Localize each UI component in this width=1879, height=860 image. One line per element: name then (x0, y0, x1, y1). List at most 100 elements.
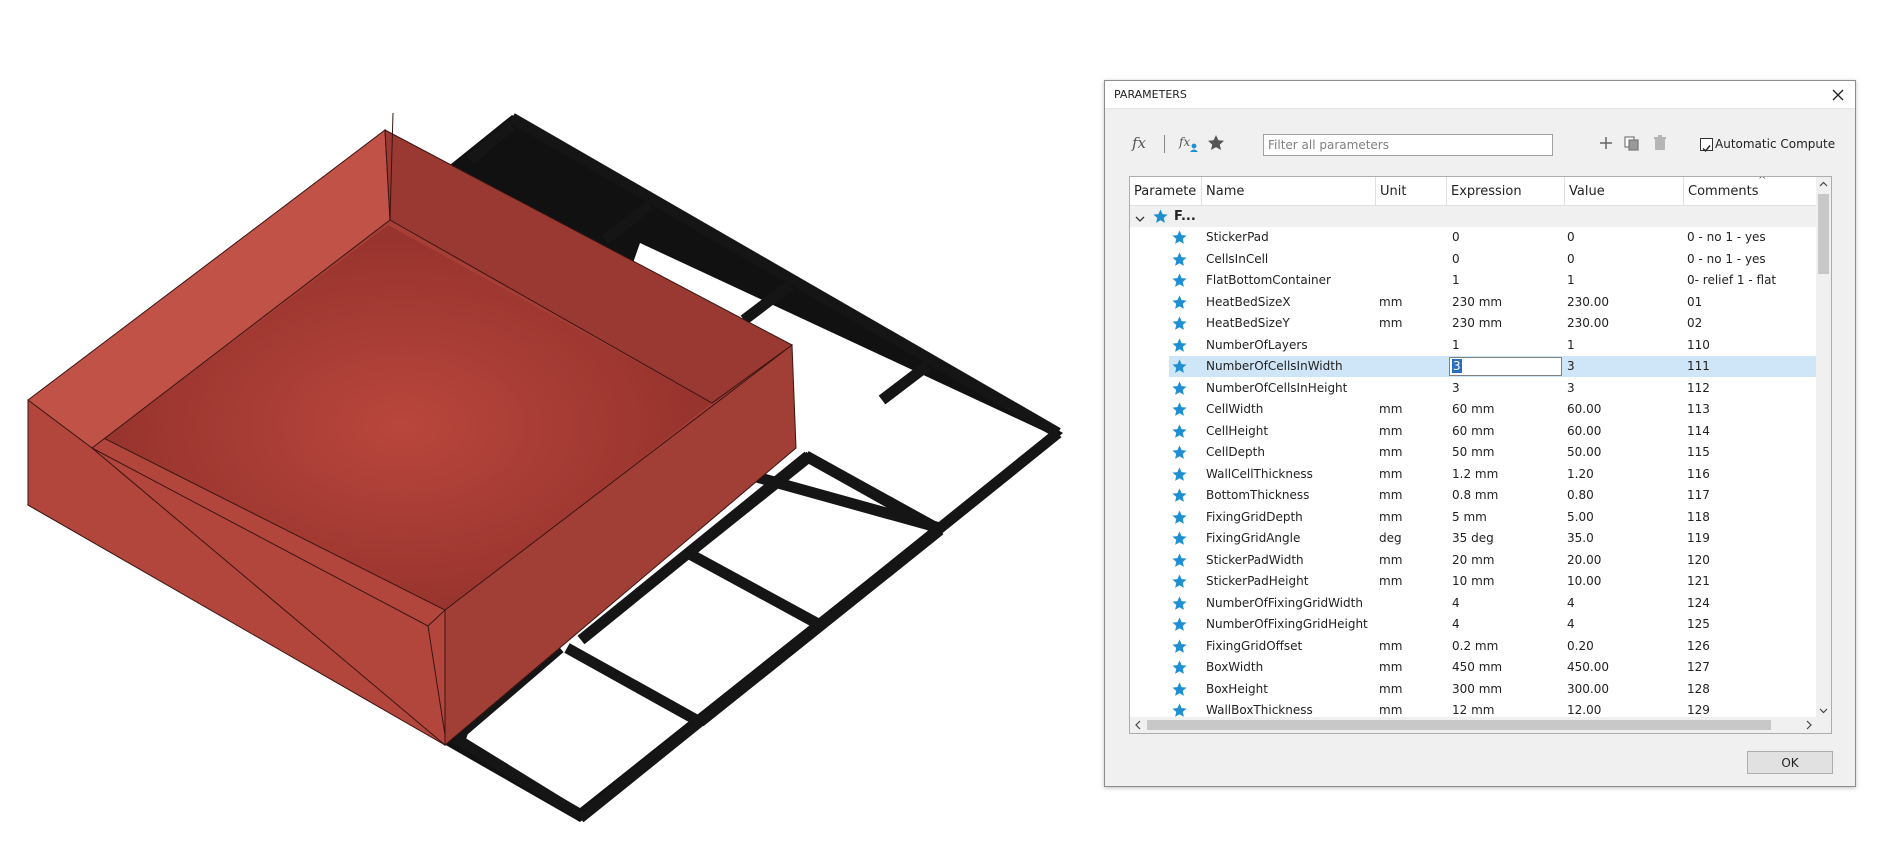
copy-icon[interactable] (1620, 131, 1644, 155)
table-row[interactable]: StickerPadWidth mm 20 mm 20.00 120 (1130, 550, 1817, 571)
scroll-right-icon[interactable] (1801, 717, 1817, 733)
cell-expression[interactable]: 3 (1452, 378, 1564, 399)
column-header-parameter[interactable]: Paramete (1130, 177, 1202, 206)
cell-expression[interactable]: 4 (1452, 593, 1564, 614)
cell-expression[interactable]: 0.2 mm (1452, 636, 1564, 657)
user-parameter-function-icon[interactable]: fx (1177, 131, 1201, 155)
star-icon[interactable] (1171, 487, 1188, 504)
cell-comment[interactable]: 117 (1687, 485, 1815, 506)
column-header-name[interactable]: Name (1202, 177, 1376, 206)
star-icon[interactable] (1171, 595, 1188, 612)
cell-expression[interactable]: 450 mm (1452, 657, 1564, 678)
star-icon[interactable] (1171, 444, 1188, 461)
cell-expression[interactable]: 1.2 mm (1452, 464, 1564, 485)
table-row[interactable]: BottomThickness mm 0.8 mm 0.80 117 (1130, 485, 1817, 506)
cell-comment[interactable]: 112 (1687, 378, 1815, 399)
vertical-scrollbar[interactable] (1816, 177, 1831, 718)
star-icon[interactable] (1171, 229, 1188, 246)
checkbox-box[interactable] (1700, 138, 1713, 153)
star-icon[interactable] (1171, 616, 1188, 633)
star-icon[interactable] (1171, 638, 1188, 655)
favorites-group-row[interactable]: F... (1130, 206, 1817, 227)
star-icon[interactable] (1171, 659, 1188, 676)
star-icon[interactable] (1171, 272, 1188, 289)
cell-expression[interactable]: 50 mm (1452, 442, 1564, 463)
chevron-down-icon[interactable] (1134, 210, 1146, 222)
table-row[interactable]: FlatBottomContainer 1 1 0- relief 1 - flat (1130, 270, 1817, 291)
plus-icon[interactable] (1594, 131, 1618, 155)
table-row[interactable]: CellHeight mm 60 mm 60.00 114 (1130, 421, 1817, 442)
cell-expression[interactable]: 60 mm (1452, 421, 1564, 442)
cell-comment[interactable]: 127 (1687, 657, 1815, 678)
table-row[interactable]: NumberOfFixingGridWidth 4 4 124 (1130, 593, 1817, 614)
vertical-scroll-thumb[interactable] (1818, 194, 1829, 274)
cell-comment[interactable]: 120 (1687, 550, 1815, 571)
cell-expression[interactable]: 20 mm (1452, 550, 1564, 571)
cell-comment[interactable]: 121 (1687, 571, 1815, 592)
horizontal-scrollbar[interactable] (1130, 717, 1817, 733)
cell-comment[interactable]: 02 (1687, 313, 1815, 334)
table-row[interactable]: StickerPad 0 0 0 - no 1 - yes (1130, 227, 1817, 248)
star-icon[interactable] (1204, 131, 1228, 155)
star-icon[interactable] (1171, 315, 1188, 332)
star-icon[interactable] (1171, 530, 1188, 547)
table-row[interactable]: StickerPadHeight mm 10 mm 10.00 121 (1130, 571, 1817, 592)
table-row[interactable]: NumberOfCellsInHeight 3 3 112 (1130, 378, 1817, 399)
filter-input[interactable] (1263, 134, 1553, 156)
table-row[interactable]: CellWidth mm 60 mm 60.00 113 (1130, 399, 1817, 420)
cell-comment[interactable]: 111 (1687, 356, 1815, 377)
model-canvas[interactable] (0, 0, 1100, 856)
table-row[interactable]: FixingGridDepth mm 5 mm 5.00 118 (1130, 507, 1817, 528)
cell-expression[interactable]: 5 mm (1452, 507, 1564, 528)
column-header-expression[interactable]: Expression (1447, 177, 1565, 206)
cell-comment[interactable]: 110 (1687, 335, 1815, 356)
cell-comment[interactable]: 0- relief 1 - flat (1687, 270, 1815, 291)
close-icon[interactable] (1825, 83, 1851, 107)
cell-expression[interactable]: 12 mm (1452, 700, 1564, 718)
cell-expression[interactable]: 300 mm (1452, 679, 1564, 700)
table-row[interactable]: WallBoxThickness mm 12 mm 12.00 129 (1130, 700, 1817, 718)
cell-comment[interactable]: 129 (1687, 700, 1815, 718)
cell-expression[interactable]: 230 mm (1452, 292, 1564, 313)
star-icon[interactable] (1171, 681, 1188, 698)
cell-expression[interactable]: 0 (1452, 227, 1564, 248)
scroll-left-icon[interactable] (1130, 717, 1146, 733)
star-icon[interactable] (1171, 466, 1188, 483)
cell-comment[interactable]: 119 (1687, 528, 1815, 549)
cell-expression[interactable]: 0.8 mm (1452, 485, 1564, 506)
cell-expression[interactable]: 1 (1452, 335, 1564, 356)
table-row[interactable]: NumberOfLayers 1 1 110 (1130, 335, 1817, 356)
table-row[interactable]: NumberOfFixingGridHeight 4 4 125 (1130, 614, 1817, 635)
star-icon[interactable] (1171, 509, 1188, 526)
table-row[interactable]: CellsInCell 0 0 0 - no 1 - yes (1130, 249, 1817, 270)
cell-expression[interactable]: 60 mm (1452, 399, 1564, 420)
cell-comment[interactable]: 114 (1687, 421, 1815, 442)
table-row[interactable]: HeatBedSizeX mm 230 mm 230.00 01 (1130, 292, 1817, 313)
star-icon[interactable] (1171, 380, 1188, 397)
cell-expression[interactable]: 1 (1452, 270, 1564, 291)
table-row[interactable]: FixingGridAngle deg 35 deg 35.0 119 (1130, 528, 1817, 549)
table-row[interactable]: HeatBedSizeY mm 230 mm 230.00 02 (1130, 313, 1817, 334)
cell-comment[interactable]: 124 (1687, 593, 1815, 614)
model-viewport[interactable] (0, 0, 1100, 856)
ok-button[interactable]: OK (1747, 751, 1833, 774)
function-icon[interactable]: fx (1129, 131, 1153, 155)
table-row[interactable]: CellDepth mm 50 mm 50.00 115 (1130, 442, 1817, 463)
star-icon[interactable] (1171, 401, 1188, 418)
cell-comment[interactable]: 126 (1687, 636, 1815, 657)
table-row[interactable]: WallCellThickness mm 1.2 mm 1.20 116 (1130, 464, 1817, 485)
cell-comment[interactable]: 0 - no 1 - yes (1687, 249, 1815, 270)
table-row[interactable]: BoxHeight mm 300 mm 300.00 128 (1130, 679, 1817, 700)
star-icon[interactable] (1171, 702, 1188, 718)
cell-comment[interactable]: 128 (1687, 679, 1815, 700)
star-icon[interactable] (1171, 358, 1188, 375)
cell-comment[interactable]: 116 (1687, 464, 1815, 485)
cell-expression[interactable]: 4 (1452, 614, 1564, 635)
star-icon[interactable] (1171, 573, 1188, 590)
scroll-down-icon[interactable] (1816, 703, 1831, 718)
cell-expression[interactable]: 230 mm (1452, 313, 1564, 334)
cell-comment[interactable]: 118 (1687, 507, 1815, 528)
dialog-titlebar[interactable]: PARAMETERS (1105, 81, 1855, 109)
star-icon[interactable] (1171, 294, 1188, 311)
cell-comment[interactable]: 115 (1687, 442, 1815, 463)
